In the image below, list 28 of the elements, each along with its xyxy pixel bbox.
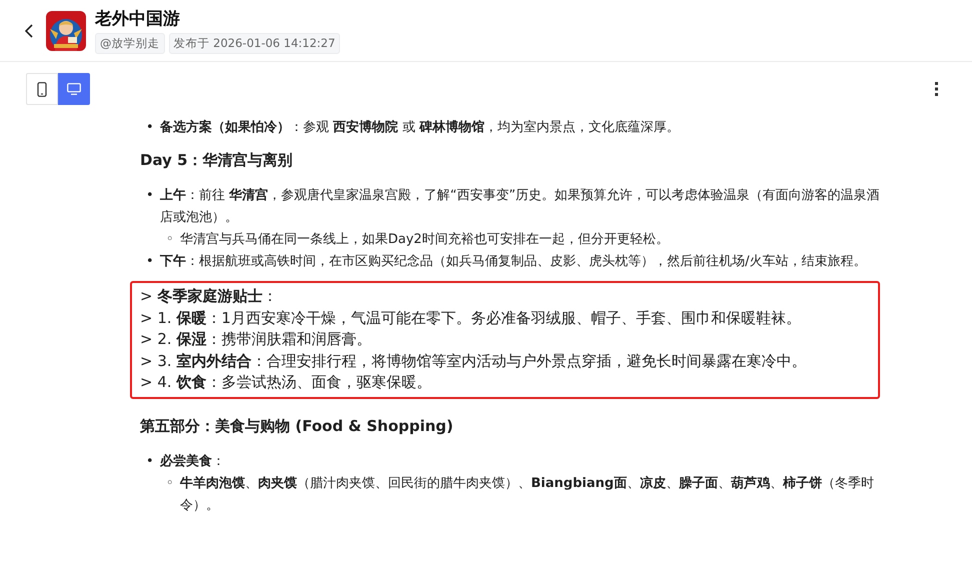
publish-time-tag: 发布于 2026-01-06 14:12:27 [168,33,340,54]
tip-line: > 4. 饮食：多尝试热汤、面食，驱寒保暖。 [140,373,432,391]
list-item-text: 下午：根据航班或高铁时间，在市区购买纪念品（如兵马俑复制品、皮影、虎头枕等），然后前往机场/火车站，结束旅程。 [160,254,866,269]
monitor-icon [67,83,81,95]
bullet-marker: • [146,119,155,137]
tip-line: > 冬季家庭游贴士： [140,287,278,305]
mobile-view-button[interactable] [26,73,58,105]
bullet-marker: ◦ [166,474,175,492]
list-item-text: 备选方案（如果怕冷）：参观 西安博物院 或 碑林博物馆，均为室内景点，文化底蕴深厚。 [160,120,680,135]
section-heading: 第五部分：美食与购物 (Food & Shopping) [140,416,454,436]
author-tag: @放学别走 [95,33,164,54]
more-icon[interactable] [935,82,939,96]
bullet-marker: • [146,187,155,205]
phone-icon [37,82,47,96]
tip-line: > 2. 保湿：携带润肤霜和润唇膏。 [140,330,372,348]
section-heading: Day 5：华清宫与离别 [140,150,294,171]
desktop-view-button[interactable] [58,73,90,105]
channel-title: 老外中国游 [95,8,181,30]
list-item-text: 牛羊肉泡馍、肉夹馍（腊汁肉夹馍、回民街的腊牛肉夹馍）、Biangbiang面、凉皮、臊子面、葫芦鸡、柿子饼（冬季时令）。 [180,476,874,512]
bullet-marker: • [146,452,155,470]
tip-line: > 3. 室内外结合：合理安排行程，将博物馆等室内活动与户外景点穿插，避免长时间暴露在寒冷中。 [140,352,806,370]
bullet-marker: ◦ [166,231,175,249]
bullet-marker: • [146,253,155,271]
list-item-text: 华清宫与兵马俑在同一条线上，如果Day2时间充裕也可安排在一起，但分开更轻松。 [180,232,669,247]
back-icon [25,24,33,38]
tip-line: > 1. 保暖：1月西安寒冷干燥，气温可能在零下。务必准备羽绒服、帽子、手套、围巾和保暖鞋袜。 [140,308,801,326]
list-item-text: 上午：前往 华清宫，参观唐代皇家温泉宫殿，了解“西安事变”历史。如果预算允许，可以考虑体验温泉（有面向游客的温泉酒店或泡池）。 [160,188,880,225]
list-item-text: 必尝美食： [160,454,225,468]
